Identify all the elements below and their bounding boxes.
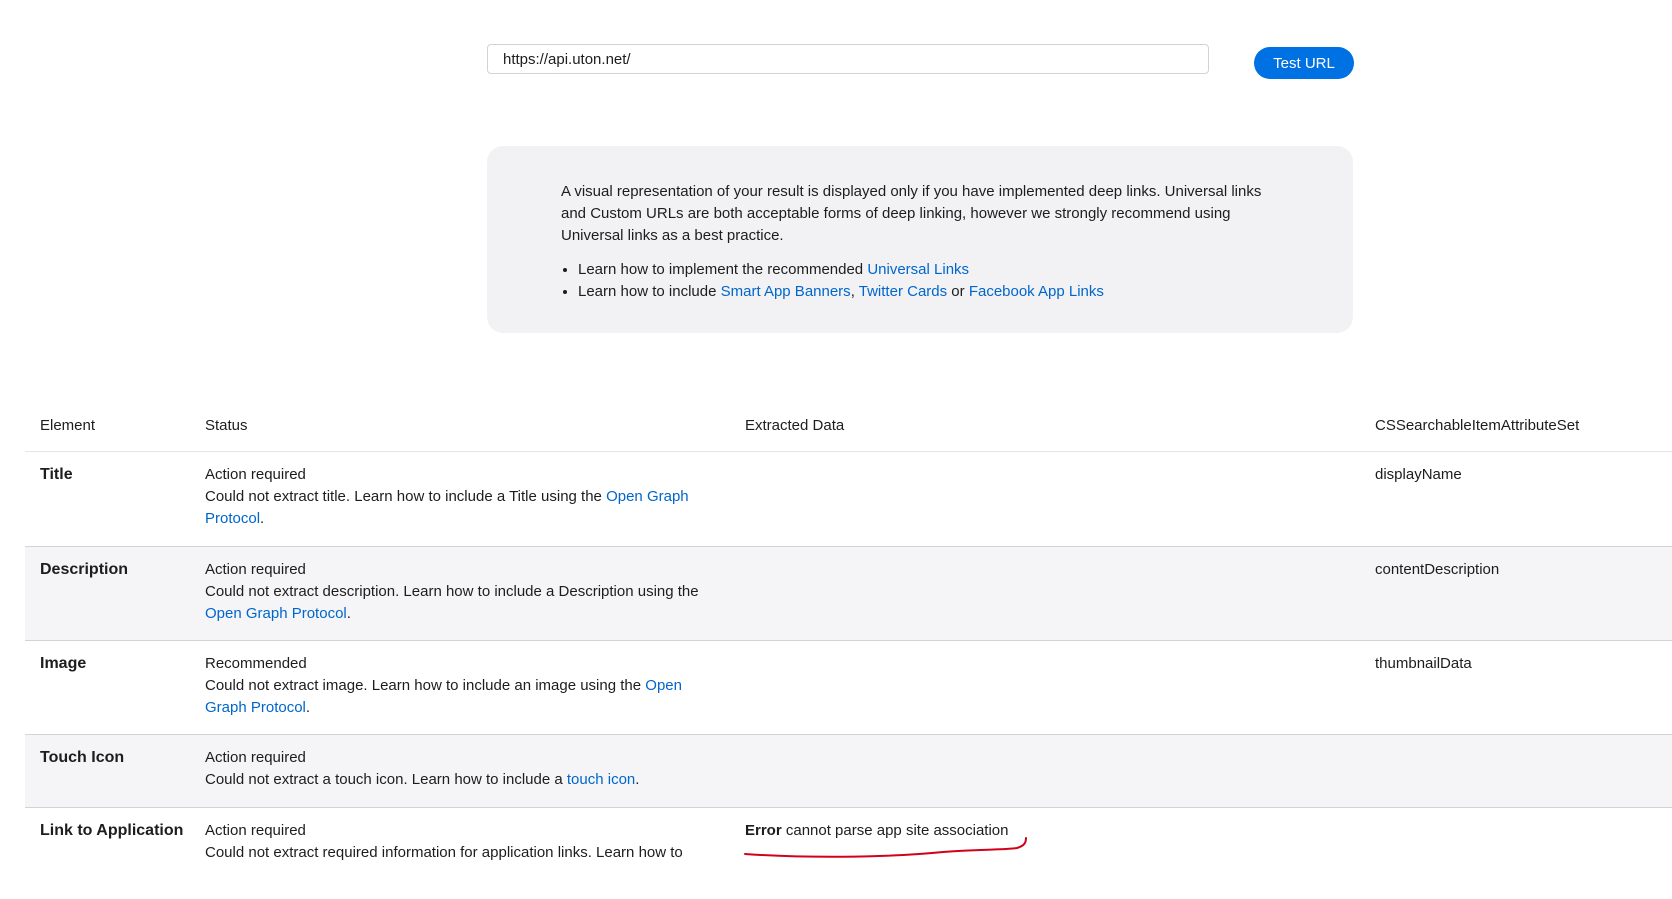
status-description: Could not extract description. Learn how… xyxy=(205,581,745,625)
header-cs-attribute-set: CSSearchableItemAttributeSet xyxy=(1375,404,1672,452)
status-label: Action required xyxy=(205,560,306,578)
status-text-suffix: . xyxy=(260,509,265,527)
results-table: Element Status Extracted Data CSSearchab… xyxy=(25,404,1672,887)
extracted-cell xyxy=(745,734,1375,808)
separator: or xyxy=(947,283,969,300)
error-message: Error cannot parse app site association xyxy=(744,820,1027,858)
info-list-item: Learn how to implement the recommended U… xyxy=(578,259,1273,281)
status-description: Could not extract required information f… xyxy=(205,842,745,864)
separator: , xyxy=(850,283,859,300)
extracted-cell xyxy=(745,546,1375,641)
status-cell: Action required Could not extract a touc… xyxy=(205,734,745,808)
cs-cell xyxy=(1375,734,1672,808)
status-text-suffix: . xyxy=(635,770,640,788)
extracted-cell: Error cannot parse app site association xyxy=(744,807,1375,887)
open-graph-protocol-link[interactable]: Open Graph Protocol xyxy=(205,605,347,622)
smart-app-banners-link[interactable]: Smart App Banners xyxy=(721,283,851,300)
twitter-cards-link[interactable]: Twitter Cards xyxy=(859,283,947,300)
info-paragraph: A visual representation of your result i… xyxy=(561,183,1262,244)
info-text: Learn how to implement the recommended xyxy=(578,261,868,278)
status-label: Recommended xyxy=(205,654,307,672)
header-element: Element xyxy=(25,404,205,452)
red-underline-annotation xyxy=(744,836,1027,858)
cs-attribute: displayName xyxy=(1375,465,1462,483)
info-list: Learn how to implement the recommended U… xyxy=(561,259,1273,303)
element-name: Title xyxy=(40,465,73,483)
test-url-button[interactable]: Test URL xyxy=(1254,47,1354,79)
element-name: Link to Application xyxy=(40,821,184,839)
element-name: Touch Icon xyxy=(40,748,125,766)
element-cell: Description xyxy=(25,546,205,641)
status-description: Could not extract a touch icon. Learn ho… xyxy=(205,769,745,791)
header-status: Status xyxy=(205,404,745,452)
extracted-cell xyxy=(745,640,1375,735)
touch-icon-link[interactable]: touch icon xyxy=(567,771,635,788)
info-list-item: Learn how to include Smart App Banners, … xyxy=(578,281,1273,303)
universal-links-link[interactable]: Universal Links xyxy=(867,261,969,278)
table-header-row: Element Status Extracted Data CSSearchab… xyxy=(25,404,1672,452)
extracted-cell xyxy=(745,451,1375,547)
cs-cell: contentDescription xyxy=(1375,546,1672,641)
facebook-app-links-link[interactable]: Facebook App Links xyxy=(969,283,1104,300)
cs-attribute: thumbnailData xyxy=(1375,654,1472,672)
header-extracted-data: Extracted Data xyxy=(745,404,1375,452)
table-row: Description Action required Could not ex… xyxy=(25,546,1672,641)
status-label: Action required xyxy=(205,465,306,483)
status-cell: Action required Could not extract descri… xyxy=(205,546,745,641)
element-name: Description xyxy=(40,560,129,578)
element-cell: Image xyxy=(25,640,205,735)
status-text-suffix: . xyxy=(346,604,351,622)
table-row: Image Recommended Could not extract imag… xyxy=(25,640,1672,735)
cs-attribute: contentDescription xyxy=(1375,560,1500,578)
status-text: Could not extract required information f… xyxy=(205,843,683,861)
status-description: Could not extract title. Learn how to in… xyxy=(205,486,745,530)
element-cell: Touch Icon xyxy=(25,734,205,808)
url-input[interactable] xyxy=(487,44,1209,74)
page: Test URL A visual representation of your… xyxy=(0,0,1672,899)
info-text: Learn how to include xyxy=(578,283,721,300)
cs-cell: thumbnailData xyxy=(1375,640,1672,735)
status-text: Could not extract image. Learn how to in… xyxy=(205,676,646,694)
status-cell: Recommended Could not extract image. Lea… xyxy=(205,640,745,735)
status-text-suffix: . xyxy=(305,698,311,716)
element-cell: Title xyxy=(25,451,205,547)
status-text: Could not extract a touch icon. Learn ho… xyxy=(205,770,567,788)
element-name: Image xyxy=(40,654,87,672)
status-label: Action required xyxy=(205,748,306,766)
status-text: Could not extract description. Learn how… xyxy=(205,582,699,600)
status-cell: Action required Could not extract title.… xyxy=(205,451,745,547)
status-label: Action required xyxy=(205,821,306,839)
table-row: Title Action required Could not extract … xyxy=(25,451,1672,547)
info-box: A visual representation of your result i… xyxy=(487,146,1353,333)
status-text: Could not extract title. Learn how to in… xyxy=(205,487,607,505)
table-row: Touch Icon Action required Could not ext… xyxy=(25,734,1672,808)
cs-cell xyxy=(1375,807,1672,887)
element-cell: Link to Application xyxy=(25,807,205,887)
cs-cell: displayName xyxy=(1375,451,1672,547)
table-row: Link to Application Action required Coul… xyxy=(25,807,1672,887)
status-cell: Action required Could not extract requir… xyxy=(205,807,745,887)
status-description: Could not extract image. Learn how to in… xyxy=(205,675,745,719)
